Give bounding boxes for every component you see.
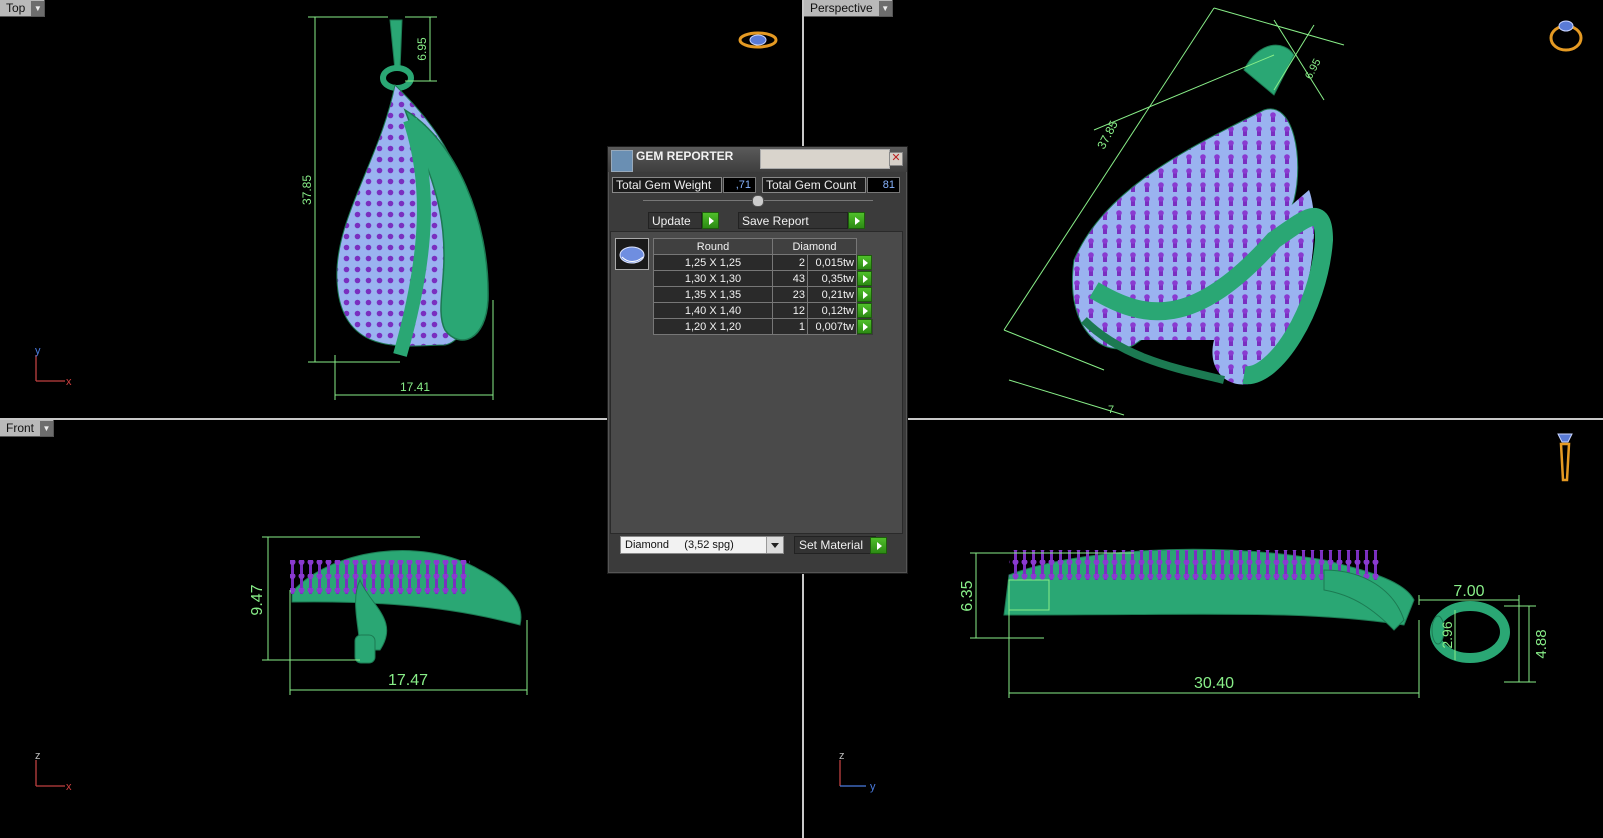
table-row[interactable]: 1,25 X 1,25 2 0,015tw [653, 254, 873, 271]
dim-height-label: 9.47 [249, 584, 266, 615]
viewport-side[interactable]: 6.35 30.40 7.00 4.88 2.96 z y [804, 420, 1603, 838]
update-go-icon[interactable] [702, 212, 719, 229]
row-select-icon[interactable] [857, 303, 872, 318]
viewport-front-label[interactable]: Front ▼ [0, 420, 55, 437]
gem-table: Round Diamond 1,25 X 1,25 2 0,015tw 1,30… [653, 238, 873, 335]
material-select[interactable]: Diamond (3,52 spg) [620, 536, 784, 554]
gem-size: 1,40 X 1,40 [653, 302, 773, 319]
gem-weight: 0,12tw [807, 302, 857, 319]
dim-bail-height-label: 4.88 [1533, 629, 1550, 658]
gem-size: 1,30 X 1,30 [653, 270, 773, 287]
row-select-icon[interactable] [857, 319, 872, 334]
gem-weight: 0,015tw [807, 254, 857, 271]
set-material-button[interactable]: Set Material [794, 536, 876, 554]
gem-table-header: Round Diamond [653, 238, 873, 255]
viewport-top-label[interactable]: Top ▼ [0, 0, 46, 17]
row-select-icon[interactable] [857, 287, 872, 302]
total-gem-count-value: 81 [867, 177, 900, 193]
round-gem-icon[interactable] [615, 238, 649, 270]
viewport-perspective[interactable]: Perspective ▼ 37.85 6.95 7 [804, 0, 1603, 418]
save-report-button[interactable]: Save Report [738, 212, 848, 229]
close-icon[interactable]: ✕ [889, 152, 903, 166]
dim-a-label: 37.85 [1094, 118, 1121, 151]
table-row[interactable]: 1,35 X 1,35 23 0,21tw [653, 286, 873, 303]
perspective-view-model: 37.85 6.95 7 [1003, 7, 1583, 416]
dim-bail-label: 6.95 [415, 37, 429, 61]
gem-size: 1,35 X 1,35 [653, 286, 773, 303]
dialog-title: GEM REPORTER [636, 149, 734, 163]
total-gem-count-label: Total Gem Count [762, 177, 866, 193]
material-header: Diamond [772, 238, 857, 255]
viewport-label-text: Front [6, 421, 35, 435]
collapse-arrow-icon[interactable] [752, 195, 764, 207]
table-row[interactable]: 1,20 X 1,20 1 0,007tw [653, 318, 873, 335]
set-material-go-icon[interactable] [870, 537, 887, 554]
axis-y-label: y [870, 781, 876, 793]
ring-navigator-icon [1549, 20, 1583, 52]
ring-navigator-icon [1557, 433, 1573, 482]
gem-count: 2 [772, 254, 808, 271]
axis-x-label: x [66, 781, 72, 793]
dialog-titlebar[interactable]: GEM REPORTER ✕ [608, 147, 907, 172]
axis-z-label: z [35, 750, 41, 762]
axis-x-label: x [66, 376, 72, 388]
viewport-label-text: Perspective [810, 1, 873, 15]
gem-weight: 0,21tw [807, 286, 857, 303]
dim-c-label: 7 [1108, 404, 1114, 416]
dim-bail-width-label: 7.00 [1453, 583, 1484, 600]
gem-count: 23 [772, 286, 808, 303]
gem-size: 1,25 X 1,25 [653, 254, 773, 271]
chevron-down-icon[interactable]: ▼ [40, 420, 54, 436]
dim-height-label: 37.85 [300, 175, 314, 205]
ring-navigator-icon [738, 31, 778, 49]
row-select-icon[interactable] [857, 271, 872, 286]
gem-reporter-dialog: GEM REPORTER ✕ Total Gem Weight ,71 Tota… [607, 146, 908, 574]
viewport-perspective-label[interactable]: Perspective ▼ [804, 0, 893, 17]
material-select-value: Diamond (3,52 spg) [625, 539, 734, 551]
titlebar-fill [760, 149, 890, 169]
gem-count: 1 [772, 318, 808, 335]
axis-z-label: z [839, 750, 845, 762]
dim-length-label: 30.40 [1194, 675, 1234, 692]
viewport-label-text: Top [6, 1, 26, 15]
table-row[interactable]: 1,30 X 1,30 43 0,35tw [653, 270, 873, 287]
chevron-down-icon[interactable]: ▼ [878, 0, 892, 16]
gem-count: 12 [772, 302, 808, 319]
save-report-go-icon[interactable] [848, 212, 865, 229]
gem-reporter-icon [611, 150, 633, 172]
total-gem-weight-label: Total Gem Weight [612, 177, 722, 193]
dim-width-label: 17.41 [400, 380, 430, 394]
side-view-model: 6.35 30.40 7.00 4.88 2.96 z y [839, 433, 1573, 793]
gem-weight: 0,35tw [807, 270, 857, 287]
gem-size: 1,20 X 1,20 [653, 318, 773, 335]
dim-b-label: 6.95 [1303, 57, 1324, 82]
chevron-down-icon[interactable] [766, 537, 783, 553]
dim-bail-inner-label: 2.96 [1439, 621, 1455, 648]
row-select-icon[interactable] [857, 255, 872, 270]
update-button[interactable]: Update [648, 212, 702, 229]
axis-y-label: y [35, 345, 41, 357]
dim-width-label: 17.47 [388, 672, 428, 689]
total-gem-weight-value: ,71 [723, 177, 756, 193]
table-row[interactable]: 1,40 X 1,40 12 0,12tw [653, 302, 873, 319]
shape-header: Round [653, 238, 773, 255]
gem-list-panel: Round Diamond 1,25 X 1,25 2 0,015tw 1,30… [610, 231, 903, 534]
gem-count: 43 [772, 270, 808, 287]
dim-height-label: 6.35 [959, 580, 976, 611]
chevron-down-icon[interactable]: ▼ [31, 0, 45, 16]
gem-weight: 0,007tw [807, 318, 857, 335]
